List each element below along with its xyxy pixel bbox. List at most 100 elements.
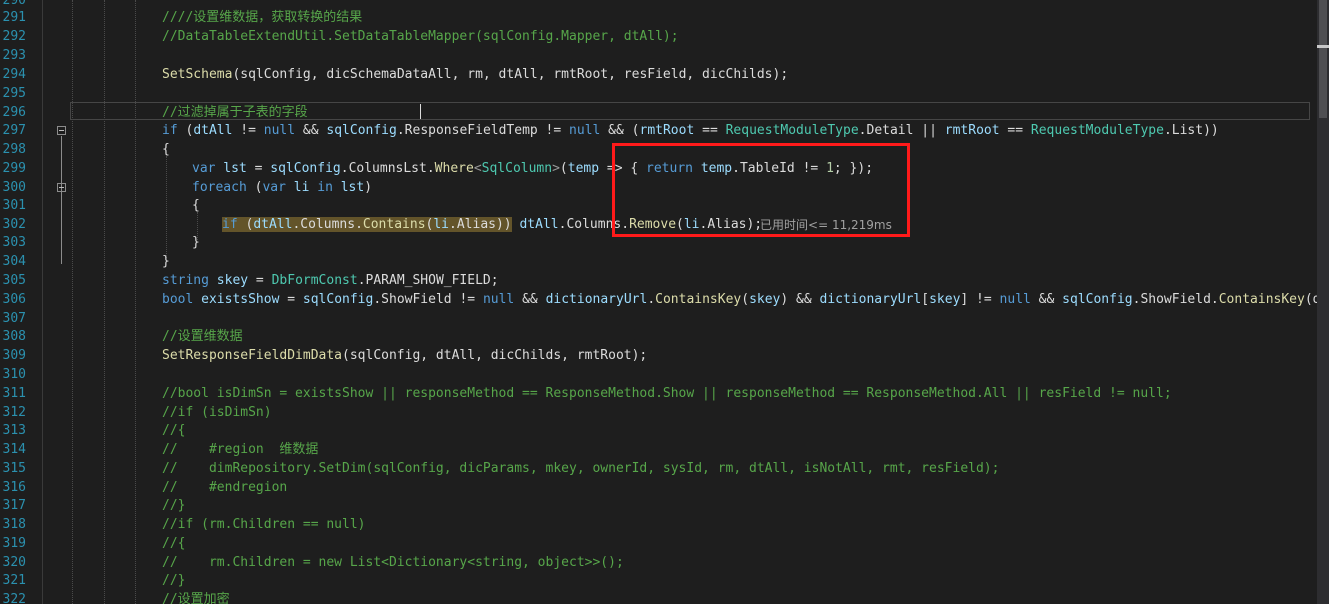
code-comment: //设置维数据 bbox=[162, 329, 243, 344]
identifier-token: lst bbox=[332, 180, 365, 195]
operator-token: == bbox=[694, 123, 726, 138]
open-brace: { bbox=[192, 198, 200, 213]
code-args: (sqlConfig, dtAll, dicChilds, rmtRoot); bbox=[342, 348, 648, 363]
identifier-token: rmtRoot bbox=[639, 123, 695, 138]
code-line: SetResponseFieldDimData(sqlConfig, dtAll… bbox=[162, 346, 647, 365]
code-comment: ////设置维数据，获取转换的结果 bbox=[162, 10, 363, 25]
code-comment: //} bbox=[162, 498, 186, 513]
code-editor[interactable]: 290 291 ////设置维数据，获取转换的结果 292 //DataTabl… bbox=[0, 0, 1317, 604]
identifier-token: dtAll bbox=[519, 217, 559, 232]
identifier-token: existsShow bbox=[193, 292, 280, 307]
code-comment: //过滤掉属于子表的字段 bbox=[162, 105, 308, 120]
punct-token: )) bbox=[495, 217, 512, 232]
identifier-token: sqlConfig bbox=[270, 161, 341, 176]
keyword-token: null bbox=[482, 292, 515, 307]
code-args: (sqlConfig, dicSchemaDataAll, rm, dtAll,… bbox=[232, 67, 789, 82]
punct-token: )) bbox=[1203, 123, 1219, 138]
line-number: 294 bbox=[2, 67, 26, 82]
punct-token: . bbox=[647, 292, 656, 307]
code-comment: // #region 维数据 bbox=[162, 442, 319, 457]
method-token: ContainsKey bbox=[1218, 292, 1305, 307]
code-comment: //设置加密 bbox=[162, 592, 230, 604]
identifier-token: dictionaryUrl bbox=[819, 292, 922, 307]
scrollbar-thumb[interactable] bbox=[1319, 0, 1327, 118]
identifier-token: rmtRoot bbox=[944, 123, 1000, 138]
punct-token: ; bbox=[490, 273, 499, 288]
punct-token: ( bbox=[177, 123, 194, 138]
close-brace: } bbox=[192, 235, 200, 250]
type-token: RequestModuleType bbox=[1030, 123, 1164, 138]
property-token: Alias bbox=[456, 217, 496, 232]
line-number: 321 bbox=[2, 573, 26, 588]
keyword-token: if bbox=[162, 123, 178, 138]
property-token: ColumnsLst bbox=[348, 161, 427, 176]
line-number: 303 bbox=[2, 235, 26, 250]
keyword-token: bool bbox=[162, 292, 194, 307]
punct-token: ( bbox=[559, 161, 568, 176]
operator-token: != bbox=[232, 123, 264, 138]
operator-token: && bbox=[788, 292, 820, 307]
punct-token: . bbox=[355, 217, 363, 232]
keyword-token: null bbox=[569, 123, 601, 138]
method-token: Where bbox=[434, 161, 474, 176]
identifier-token: li bbox=[285, 180, 310, 195]
line-number: 310 bbox=[2, 367, 26, 382]
line-number: 296 bbox=[2, 105, 26, 120]
line-number: 313 bbox=[2, 423, 26, 438]
line-number: 308 bbox=[2, 329, 26, 344]
keyword-token: null bbox=[263, 123, 296, 138]
close-brace: } bbox=[162, 254, 170, 269]
open-brace: { bbox=[162, 142, 170, 157]
line-number: 322 bbox=[2, 592, 26, 604]
line-number: 293 bbox=[2, 48, 26, 63]
line-number: 299 bbox=[2, 161, 26, 176]
punct-token: . bbox=[426, 161, 435, 176]
method-token: Contains bbox=[362, 217, 426, 232]
property-token: ShowField bbox=[381, 292, 452, 307]
line-number: 291 bbox=[2, 10, 26, 25]
identifier-token: dtAll bbox=[253, 217, 293, 232]
line-number: 298 bbox=[2, 142, 26, 157]
punct-token: < bbox=[473, 161, 482, 176]
property-token: ResponseFieldTemp bbox=[404, 123, 538, 138]
identifier-token: lst bbox=[215, 161, 247, 176]
code-comment: //bool isDimSn = existsShow || responseM… bbox=[162, 386, 1172, 401]
line-number: 307 bbox=[2, 311, 26, 326]
identifier-token: skey bbox=[208, 273, 249, 288]
keyword-token: null bbox=[999, 292, 1031, 307]
punct-token: . bbox=[357, 273, 366, 288]
identifier-token: skey bbox=[749, 292, 781, 307]
line-number: 302 bbox=[2, 217, 26, 232]
method-token: ContainsKey bbox=[655, 292, 742, 307]
identifier-token: sqlConfig bbox=[1062, 292, 1133, 307]
identifier-token: skey bbox=[929, 292, 961, 307]
identifier-token: li bbox=[433, 217, 450, 232]
operator-token: != bbox=[968, 292, 1000, 307]
method-name: SetSchema bbox=[162, 67, 233, 82]
identifier-token: temp bbox=[567, 161, 600, 176]
vertical-scrollbar[interactable] bbox=[1317, 0, 1329, 604]
operator-token: != bbox=[537, 123, 570, 138]
line-number: 301 bbox=[2, 198, 26, 213]
operator-token: = bbox=[279, 292, 303, 307]
line-number: 297 bbox=[2, 123, 26, 138]
line-number: 319 bbox=[2, 536, 26, 551]
current-statement-highlight: if (dtAll.Columns.Contains(li.Alias)) bbox=[222, 217, 512, 232]
operator-token: && bbox=[1030, 292, 1063, 307]
punct-token: ) bbox=[364, 180, 373, 195]
code-comment: // #endregion bbox=[162, 480, 288, 495]
code-line: SetSchema(sqlConfig, dicSchemaDataAll, r… bbox=[162, 65, 788, 84]
operator-token: == bbox=[999, 123, 1031, 138]
code-comment: // rm.Children = new List<Dictionary<str… bbox=[162, 555, 624, 570]
line-number: 309 bbox=[2, 348, 26, 363]
enum-token: Detail bbox=[866, 123, 914, 138]
line-number: 292 bbox=[2, 29, 26, 44]
punct-token: ( bbox=[246, 180, 263, 195]
operator-token: = bbox=[248, 273, 272, 288]
code-line: bool existsShow = sqlConfig. ShowField !=… bbox=[162, 290, 1317, 309]
punct-token: [ bbox=[921, 292, 930, 307]
line-number: 316 bbox=[2, 480, 26, 495]
operator-token: && ( bbox=[600, 123, 640, 138]
keyword-token: if bbox=[222, 217, 238, 232]
punct-token: . bbox=[1163, 123, 1172, 138]
